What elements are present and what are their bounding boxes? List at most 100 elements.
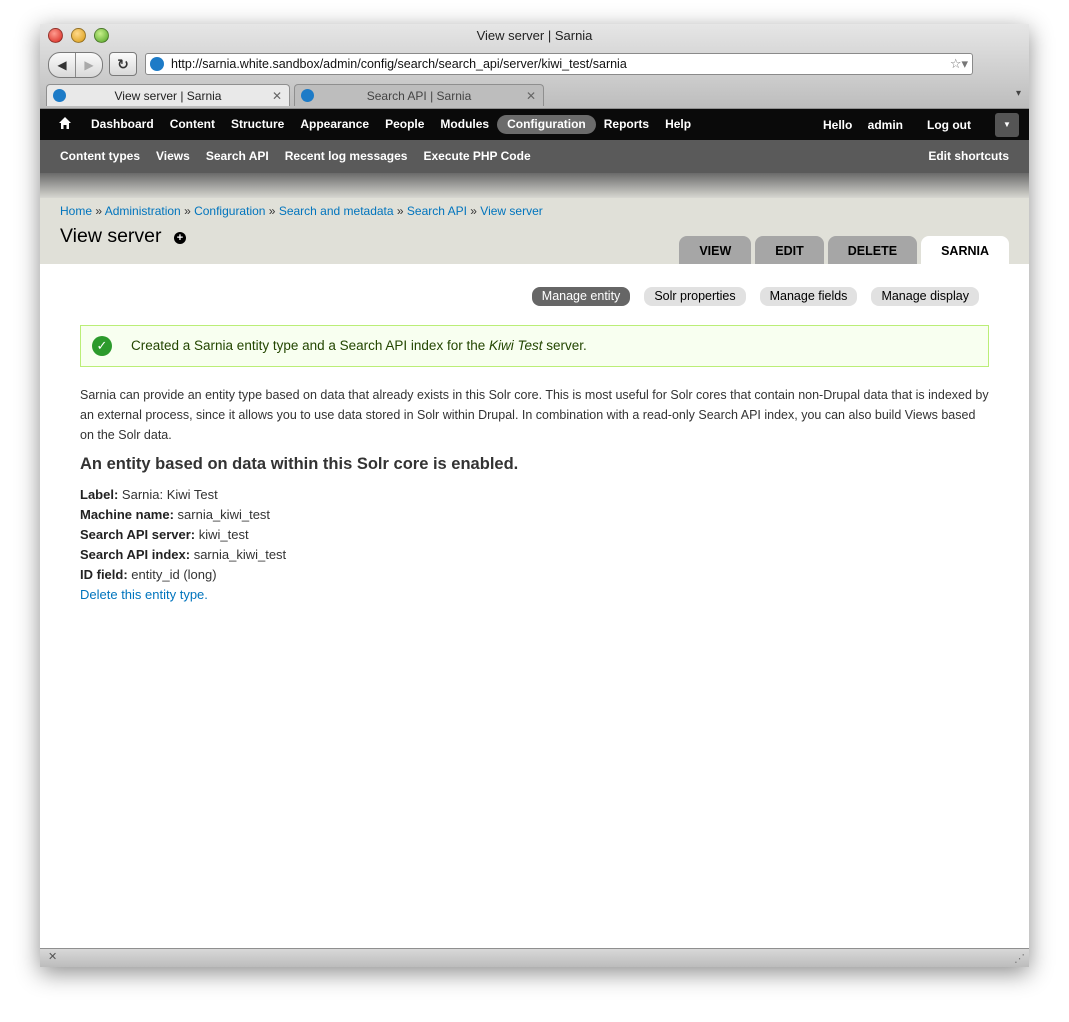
checkmark-icon: ✓: [92, 336, 112, 356]
username-link[interactable]: admin: [868, 118, 903, 132]
breadcrumb-separator: »: [393, 204, 407, 218]
breadcrumb-separator: »: [265, 204, 279, 218]
breadcrumb-search-api[interactable]: Search API: [407, 204, 467, 218]
breadcrumb-separator: »: [180, 204, 195, 218]
subtab-solr-properties[interactable]: Solr properties: [644, 287, 746, 306]
toolbar-item-modules[interactable]: Modules: [432, 109, 497, 140]
breadcrumb-home[interactable]: Home: [60, 204, 92, 218]
admin-menu: Dashboard Content Structure Appearance Peopl…: [83, 109, 699, 140]
drupal-favicon-icon: [53, 89, 66, 102]
add-shortcut-icon[interactable]: +: [174, 232, 186, 244]
breadcrumb-configuration[interactable]: Configuration: [194, 204, 265, 218]
address-url: http://sarnia.white.sandbox/admin/config…: [171, 57, 627, 71]
reload-button[interactable]: ↻: [109, 52, 137, 76]
shortcut-search-api[interactable]: Search API: [198, 140, 277, 173]
status-message-text: Created a Sarnia entity type and a Searc…: [131, 338, 587, 353]
intro-text: Sarnia can provide an entity type based …: [80, 388, 989, 442]
server-name: Kiwi Test: [488, 338, 543, 353]
detail-rows: Label: Sarnia: Kiwi Test Machine name: sa…: [80, 485, 286, 585]
detail-row-id-field: ID field: entity_id (long): [80, 565, 286, 585]
history-buttons: ◀ ▶: [48, 52, 103, 78]
page-title: View server: [60, 225, 162, 247]
browser-window: View server | Sarnia ◀ ▶ ↻ http://sarnia…: [40, 24, 1029, 967]
toolbar-user: Hello admin Log out ▼: [799, 109, 1029, 140]
detail-value: kiwi_test: [198, 527, 249, 542]
subtab-manage-fields[interactable]: Manage fields: [759, 287, 858, 306]
shortcut-drawer-toggle[interactable]: ▼: [995, 112, 1019, 137]
drupal-favicon-icon: [301, 89, 314, 102]
back-arrow-icon[interactable]: ◀: [49, 53, 75, 77]
detail-value: Sarnia: Kiwi Test: [121, 487, 218, 502]
resize-grip-icon[interactable]: ⋰: [1014, 952, 1025, 965]
forward-arrow-icon[interactable]: ▶: [75, 53, 102, 77]
home-icon[interactable]: [58, 116, 72, 130]
browser-tab-title: View server | Sarnia: [114, 89, 222, 103]
detail-value: sarnia_kiwi_test: [177, 507, 271, 522]
entity-details: Label: Sarnia: Kiwi Test Machine name: sa…: [80, 485, 286, 605]
secondary-tabs: Manage entity Solr properties Manage field…: [531, 287, 979, 306]
browser-tab-strip: View server | Sarnia ✕ Search API | Sarn…: [40, 82, 1029, 108]
close-tab-icon[interactable]: ✕: [272, 85, 282, 107]
browser-tab-search-api[interactable]: Search API | Sarnia ✕: [294, 84, 544, 106]
toolbar-item-people[interactable]: People: [377, 109, 432, 140]
page-header: Home » Administration » Configuration » …: [40, 198, 1029, 264]
entity-heading: An entity based on data within this Solr…: [80, 455, 519, 473]
detail-row-search-api-index: Search API index: sarnia_kiwi_test: [80, 545, 286, 565]
detail-label: Machine name:: [80, 507, 174, 522]
detail-label: Label:: [80, 487, 119, 502]
primary-tabs: View Edit Delete Sarnia: [679, 236, 1009, 264]
chevron-down-icon: ▼: [1003, 120, 1011, 129]
window-title: View server | Sarnia: [476, 28, 593, 43]
breadcrumb-search-and-metadata[interactable]: Search and metadata: [279, 204, 394, 218]
toolbar-item-configuration[interactable]: Configuration: [497, 115, 596, 134]
drupal-favicon-icon: [150, 57, 164, 71]
breadcrumb-separator: »: [466, 204, 481, 218]
address-bar[interactable]: http://sarnia.white.sandbox/admin/config…: [145, 53, 973, 75]
edit-shortcuts-link[interactable]: Edit shortcuts: [928, 140, 1009, 173]
browser-statusbar: ✕ ⋰: [40, 948, 1029, 967]
shortcut-execute-php-code[interactable]: Execute PHP Code: [415, 140, 538, 173]
toolbar-item-reports[interactable]: Reports: [596, 109, 657, 140]
detail-label: ID field:: [80, 567, 128, 582]
browser-tab-view-server[interactable]: View server | Sarnia ✕: [46, 84, 290, 106]
breadcrumb-view-server[interactable]: View server: [480, 204, 542, 218]
detail-row-label: Label: Sarnia: Kiwi Test: [80, 485, 286, 505]
detail-value: sarnia_kiwi_test: [193, 547, 287, 562]
shortcut-bar: Content types Views Search API Recent log m…: [40, 140, 1029, 173]
tab-sarnia[interactable]: Sarnia: [921, 236, 1009, 264]
tab-delete[interactable]: Delete: [827, 236, 918, 264]
breadcrumb-separator: »: [92, 204, 105, 218]
detail-row-search-api-server: Search API server: kiwi_test: [80, 525, 286, 545]
detail-value: entity_id (long): [131, 567, 217, 582]
bookmark-star-icon[interactable]: ☆▾: [950, 54, 968, 74]
shortcut-list: Content types Views Search API Recent log m…: [52, 140, 539, 173]
browser-titlebar: View server | Sarnia ◀ ▶ ↻ http://sarnia…: [40, 24, 1029, 109]
shortcut-content-types[interactable]: Content types: [52, 140, 148, 173]
subtab-manage-entity[interactable]: Manage entity: [531, 287, 631, 306]
toolbar-item-appearance[interactable]: Appearance: [292, 109, 377, 140]
detail-label: Search API index:: [80, 547, 191, 562]
toolbar-item-content[interactable]: Content: [162, 109, 223, 140]
toolbar-item-structure[interactable]: Structure: [223, 109, 292, 140]
toolbar-item-help[interactable]: Help: [657, 109, 699, 140]
breadcrumb: Home » Administration » Configuration » …: [60, 204, 543, 218]
shortcut-views[interactable]: Views: [148, 140, 198, 173]
detail-label: Search API server:: [80, 527, 196, 542]
breadcrumb-administration[interactable]: Administration: [105, 204, 181, 218]
tab-overflow-chevron-icon[interactable]: ▾: [1016, 88, 1021, 99]
logout-link[interactable]: Log out: [915, 118, 983, 132]
tab-view[interactable]: View: [679, 236, 752, 264]
detail-row-machine-name: Machine name: sarnia_kiwi_test: [80, 505, 286, 525]
user-greeting: Hello admin: [822, 117, 904, 132]
shortcut-recent-log-messages[interactable]: Recent log messages: [277, 140, 416, 173]
toolbar-shadow: [40, 173, 1029, 198]
subtab-manage-display[interactable]: Manage display: [871, 287, 979, 306]
tab-edit[interactable]: Edit: [755, 236, 824, 264]
toolbar-item-dashboard[interactable]: Dashboard: [83, 109, 162, 140]
delete-entity-type-link[interactable]: Delete this entity type.: [80, 587, 208, 602]
status-message: ✓ Created a Sarnia entity type and a Sea…: [80, 325, 989, 367]
close-tab-icon[interactable]: ✕: [526, 85, 536, 107]
close-statusbar-icon[interactable]: ✕: [48, 950, 57, 963]
browser-tab-title: Search API | Sarnia: [366, 89, 472, 103]
admin-toolbar: Dashboard Content Structure Appearance Peopl…: [40, 109, 1029, 140]
